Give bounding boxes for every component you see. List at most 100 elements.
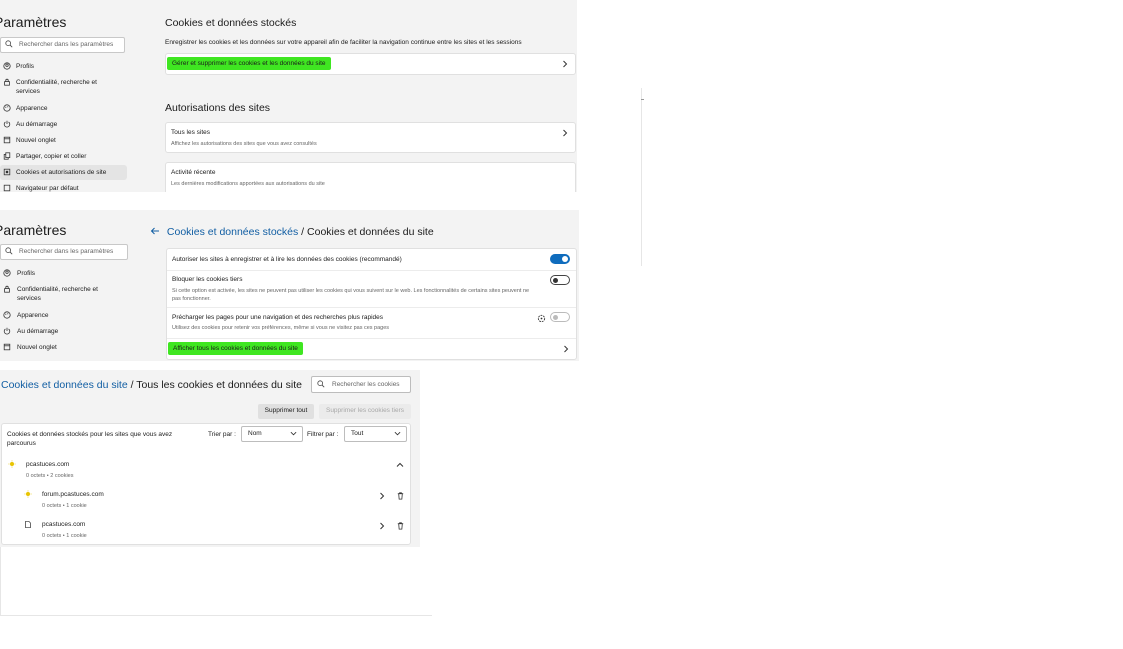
sidebar-item-label: Profils bbox=[17, 270, 36, 277]
sidebar-item-default-browser[interactable]: Navigateur par défaut bbox=[0, 184, 127, 192]
browser-icon bbox=[3, 184, 11, 192]
bulb-icon bbox=[8, 460, 16, 468]
sort-label: Trier par : bbox=[208, 431, 236, 438]
delete-third-party-button[interactable]: Supprimer les cookies tiers bbox=[319, 404, 411, 419]
sidebar-item-privacy[interactable]: Confidentialité, recherche et services bbox=[0, 78, 127, 98]
sidebar-item-privacy[interactable]: Confidentialité, recherche et services bbox=[0, 285, 127, 305]
recent-activity-row[interactable]: Activité récente Les dernières modificat… bbox=[165, 162, 576, 192]
frame-line-bottom bbox=[0, 615, 432, 616]
breadcrumb: Cookies et données stockés / Cookies et … bbox=[150, 226, 434, 238]
list-item[interactable]: pcastuces.com 0 octets • 1 cookie bbox=[2, 514, 410, 544]
chevron-up-icon[interactable] bbox=[396, 461, 404, 469]
power-icon bbox=[3, 120, 11, 128]
preload-toggle[interactable] bbox=[550, 312, 570, 322]
sidebar-item-new-tab[interactable]: Nouvel onglet bbox=[0, 136, 127, 146]
chevron-down-icon bbox=[394, 431, 401, 436]
breadcrumb-separator: / bbox=[127, 379, 137, 391]
sidebar-item-label: Navigateur par défaut bbox=[16, 185, 79, 192]
allow-cookies-toggle[interactable] bbox=[550, 254, 570, 264]
site-name: forum.pcastuces.com bbox=[42, 491, 104, 498]
site-name: pcastuces.com bbox=[26, 461, 70, 468]
sidebar-item-label: Au démarrage bbox=[16, 121, 58, 128]
tab-icon bbox=[3, 136, 11, 144]
filter-value: Tout bbox=[351, 430, 364, 437]
lock-icon bbox=[4, 78, 10, 86]
sidebar-item-label: Partager, copier et coller bbox=[16, 153, 87, 160]
sidebar-item-cookies[interactable]: Cookies et autorisations de site bbox=[0, 165, 127, 180]
cookie-options-card: Autoriser les sites à enregistrer et à l… bbox=[166, 248, 577, 360]
managed-policy-icon bbox=[537, 314, 546, 323]
sidebar-item-label: Cookies et autorisations de site bbox=[16, 169, 107, 176]
breadcrumb-parent-link[interactable]: Cookies et données stockés bbox=[167, 226, 298, 238]
breadcrumb-parent-link[interactable]: Cookies et données du site bbox=[1, 379, 128, 391]
sidebar-item-startup[interactable]: Au démarrage bbox=[0, 120, 127, 130]
sidebar-item-label: Au démarrage bbox=[17, 328, 59, 335]
palette-icon bbox=[3, 104, 11, 112]
breadcrumb-separator: / bbox=[298, 226, 308, 238]
allow-cookies-row: Autoriser les sites à enregistrer et à l… bbox=[167, 249, 576, 271]
breadcrumb-current: Cookies et données du site bbox=[307, 226, 434, 238]
sort-select[interactable]: Nom bbox=[241, 426, 303, 442]
sidebar-item-profiles[interactable]: Profils bbox=[0, 269, 127, 279]
sidebar-item-new-tab[interactable]: Nouvel onglet bbox=[0, 343, 127, 353]
allow-cookies-label: Autoriser les sites à enregistrer et à l… bbox=[172, 256, 402, 263]
sidebar-item-label: Nouvel onglet bbox=[16, 137, 56, 144]
delete-all-button[interactable]: Supprimer tout bbox=[258, 404, 314, 419]
all-cookies-panel: Cookies et données du site / Tous les co… bbox=[0, 370, 420, 547]
settings-title: Paramètres bbox=[0, 222, 67, 238]
search-icon bbox=[5, 247, 13, 255]
settings-search-input[interactable]: Rechercher dans les paramètres bbox=[0, 37, 125, 53]
sidebar-item-appearance[interactable]: Apparence bbox=[0, 104, 127, 114]
trash-icon[interactable] bbox=[396, 521, 405, 530]
search-icon bbox=[5, 40, 13, 48]
chevron-right-icon[interactable] bbox=[378, 492, 386, 500]
sidebar: Paramètres Rechercher dans les paramètre… bbox=[0, 0, 141, 192]
block-third-party-label: Bloquer les cookies tiers bbox=[172, 276, 243, 283]
filter-select[interactable]: Tout bbox=[344, 426, 407, 442]
recent-activity-title: Activité récente bbox=[171, 169, 216, 176]
preload-label: Précharger les pages pour une navigation… bbox=[172, 314, 384, 321]
show-all-cookies-link: Afficher tous les cookies et données du … bbox=[168, 342, 303, 355]
lock-icon bbox=[4, 285, 10, 293]
block-third-party-toggle[interactable] bbox=[550, 275, 570, 285]
sort-value: Nom bbox=[248, 430, 262, 437]
sidebar-item-startup[interactable]: Au démarrage bbox=[0, 327, 127, 337]
site-meta: 0 octets • 2 cookies bbox=[26, 473, 74, 479]
cookie-search-placeholder: Rechercher les cookies bbox=[332, 381, 400, 388]
block-third-party-desc: Si cette option est activée, les sites n… bbox=[172, 288, 530, 302]
chevron-down-icon bbox=[290, 431, 297, 436]
manage-cookies-link: Gérer et supprimer les cookies et les do… bbox=[167, 57, 331, 70]
profile-icon bbox=[3, 62, 11, 70]
breadcrumb: Cookies et données du site / Tous les co… bbox=[1, 379, 302, 391]
list-item[interactable]: forum.pcastuces.com 0 octets • 1 cookie bbox=[2, 484, 410, 514]
sidebar-item-profiles[interactable]: Profils bbox=[0, 62, 127, 72]
block-third-party-row: Bloquer les cookies tiers Si cette optio… bbox=[167, 270, 576, 308]
sidebar-item-appearance[interactable]: Apparence bbox=[0, 311, 127, 321]
section-cookies-title: Cookies et données stockés bbox=[165, 17, 297, 29]
cookie-search-input[interactable]: Rechercher les cookies bbox=[311, 376, 411, 393]
power-icon bbox=[3, 327, 11, 335]
all-sites-title: Tous les sites bbox=[171, 129, 211, 136]
all-sites-row[interactable]: Tous les sites Affichez les autorisation… bbox=[165, 122, 576, 153]
search-placeholder: Rechercher dans les paramètres bbox=[19, 248, 114, 255]
sidebar-item-label: Apparence bbox=[17, 312, 49, 319]
cookie-settings-icon bbox=[3, 168, 11, 176]
sidebar: Paramètres Rechercher dans les paramètre… bbox=[0, 210, 141, 361]
back-arrow-icon[interactable] bbox=[150, 226, 160, 236]
sidebar-item-share[interactable]: Partager, copier et coller bbox=[0, 152, 127, 162]
manage-cookies-row[interactable]: Gérer et supprimer les cookies et les do… bbox=[165, 53, 576, 75]
palette-icon bbox=[3, 311, 11, 319]
sidebar-item-label: Apparence bbox=[16, 105, 48, 112]
site-name: pcastuces.com bbox=[42, 521, 86, 528]
divider-line bbox=[641, 88, 642, 266]
chevron-right-icon[interactable] bbox=[378, 522, 386, 530]
sidebar-item-label: Nouvel onglet bbox=[17, 344, 57, 351]
chevron-right-icon bbox=[563, 60, 568, 68]
divider-mark bbox=[641, 99, 644, 100]
trash-icon[interactable] bbox=[396, 491, 405, 500]
bulb-icon bbox=[24, 490, 32, 498]
list-item[interactable]: pcastuces.com 0 octets • 2 cookies bbox=[2, 454, 410, 484]
show-all-cookies-row[interactable]: Afficher tous les cookies et données du … bbox=[167, 338, 576, 360]
settings-search-input[interactable]: Rechercher dans les paramètres bbox=[0, 244, 128, 260]
search-placeholder: Rechercher dans les paramètres bbox=[19, 41, 114, 48]
